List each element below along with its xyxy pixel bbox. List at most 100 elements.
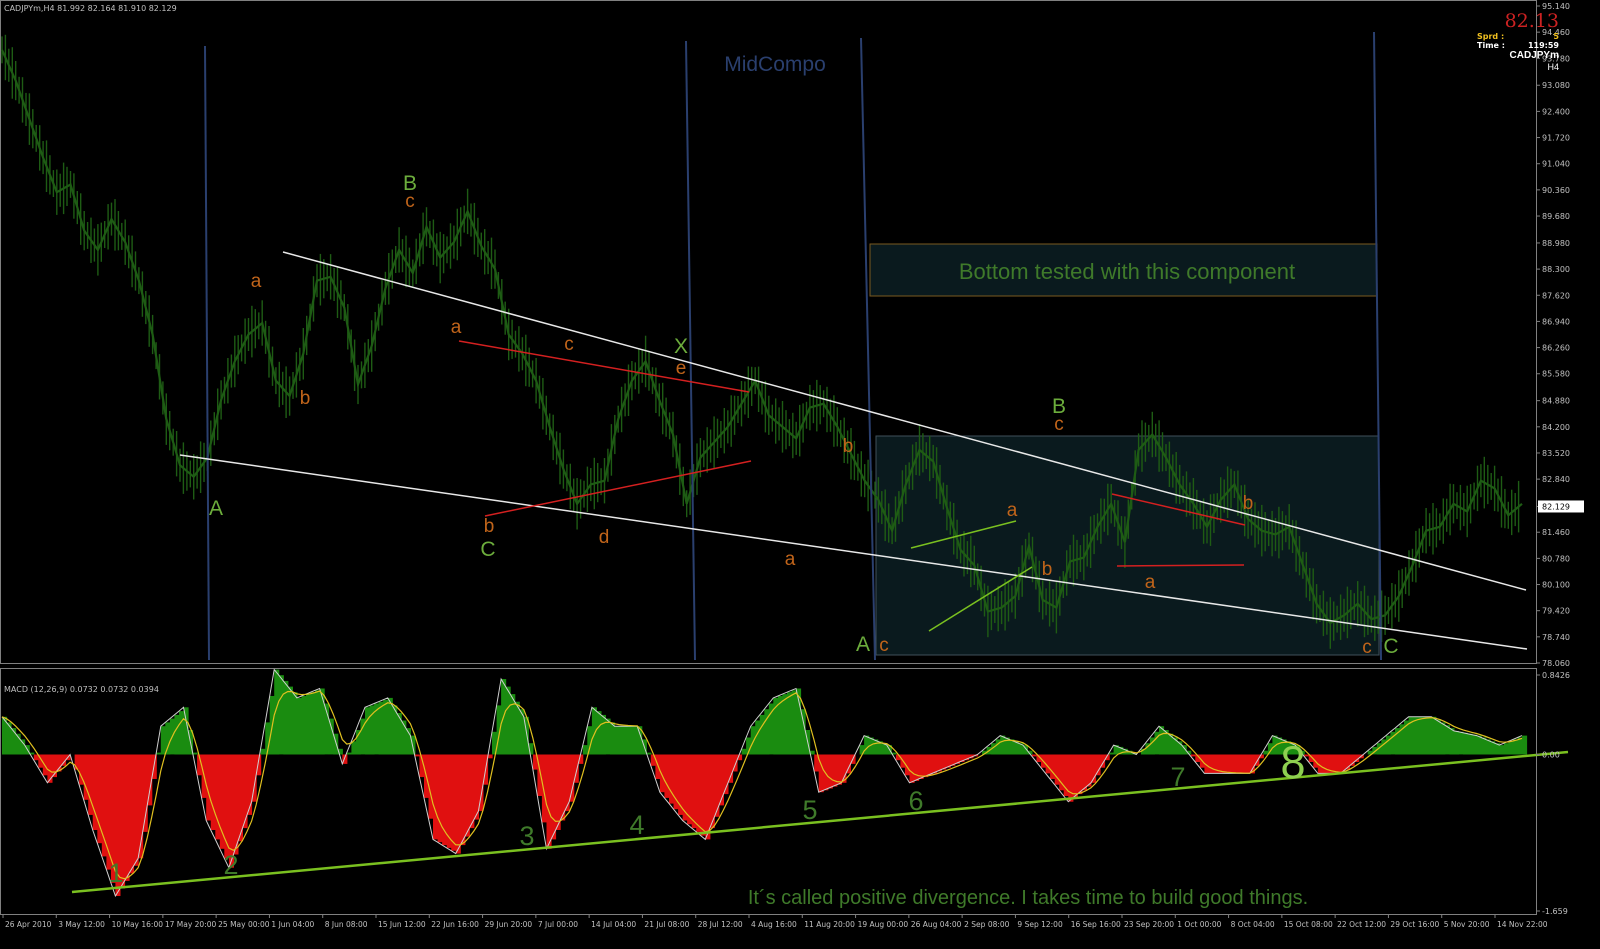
price-tick-label: 78.740 (1542, 633, 1570, 642)
macd-bar (619, 726, 625, 755)
price-info-panel: 82.13 Sprd : 5 Time : 119:59 CADJPYm H4 (1477, 10, 1559, 72)
macd-bar (714, 754, 720, 817)
macd-bar (1381, 739, 1387, 755)
bottom-test-label: Bottom tested with this component (959, 259, 1295, 284)
macd-bar (728, 754, 734, 783)
price-tick-label: 82.840 (1542, 475, 1570, 484)
macd-bar (433, 754, 439, 840)
divergence-point-label: 3 (519, 821, 534, 851)
macd-bar (129, 754, 135, 874)
price-tick-label: 83.520 (1542, 449, 1570, 458)
macd-bar (864, 735, 870, 755)
macd-bar (278, 675, 284, 755)
cycle-vertical-line (860, 37, 876, 661)
macd-bar (1435, 719, 1441, 755)
time-tick-label: 17 May 20:00 (165, 920, 217, 929)
macd-bar (923, 754, 929, 778)
price-tick-label: 93.080 (1542, 81, 1570, 90)
divergence-point-label: 5 (802, 795, 817, 825)
wave-label: e (676, 358, 687, 379)
time-tick-label: 1 Jun 04:00 (271, 920, 314, 929)
macd-bar (1227, 754, 1233, 774)
divergence-point-label: 6 (908, 786, 923, 816)
macd-bar (383, 699, 389, 755)
macd-bar (1086, 754, 1092, 787)
macd-bar (914, 754, 920, 781)
macd-bar (1109, 752, 1115, 755)
macd-bar (759, 714, 765, 755)
macd-header: MACD (12,26,9) 0.0732 0.0732 0.0394 (4, 685, 159, 694)
macd-bar (247, 754, 253, 815)
price-tick-label: 84.880 (1542, 397, 1570, 406)
ohlc-header: CADJPYm,H4 81.992 82.164 81.910 82.129 (4, 4, 177, 13)
divergence-point-label: 2 (223, 850, 238, 880)
macd-bar (210, 754, 216, 830)
macd-bar (1222, 754, 1228, 774)
macd-bar (414, 754, 420, 757)
macd-bar (1095, 754, 1101, 776)
macd-bar (768, 703, 774, 755)
time-tick-label: 22 Jun 16:00 (431, 920, 479, 929)
macd-bar (1413, 716, 1419, 755)
macd-bar (156, 752, 162, 755)
macd-bar (446, 754, 452, 848)
price-tick-label: 90.360 (1542, 186, 1570, 195)
macd-bar (20, 739, 26, 755)
wave-label: b (1243, 493, 1254, 514)
time-tick-label: 14 Nov 22:00 (1497, 920, 1548, 929)
macd-bar (610, 722, 616, 755)
macd-bar (1449, 728, 1455, 755)
time-row: Time : 119:59 (1477, 41, 1559, 50)
macd-bar (1440, 722, 1446, 755)
price-tick-label: 78.060 (1542, 659, 1570, 668)
macd-bar (596, 711, 602, 755)
macd-bar (292, 692, 298, 755)
macd-bar (791, 690, 797, 755)
macd-bar (1322, 754, 1328, 774)
macd-bar (1081, 754, 1087, 791)
red-trendline (484, 460, 752, 517)
macd-bar (1422, 716, 1428, 755)
macd-bar (1050, 754, 1056, 779)
wave-label: c (564, 334, 574, 355)
cycle-vertical-line (204, 45, 210, 661)
macd-bar (650, 754, 656, 766)
macd-bar (932, 754, 938, 774)
wave-label: c (1362, 637, 1372, 658)
time-tick-label: 11 Aug 20:00 (804, 920, 855, 929)
macd-bar (306, 694, 312, 755)
macd-bar (469, 754, 475, 829)
wave-label: a (251, 271, 262, 292)
time-tick-label: 2 Sep 08:00 (964, 920, 1010, 929)
macd-bar (551, 754, 557, 840)
time-tick-label: 22 Oct 12:00 (1337, 920, 1386, 929)
macd-bar (1000, 735, 1006, 755)
macd-bar (165, 722, 171, 755)
price-tick-label: 85.580 (1542, 370, 1570, 379)
time-tick-label: 26 Apr 2010 (5, 920, 52, 929)
time-label: Time : (1477, 41, 1505, 50)
time-tick-label: 8 Oct 04:00 (1231, 920, 1275, 929)
macd-bar (836, 754, 842, 785)
macd-bar (682, 754, 688, 821)
macd-bar (705, 754, 711, 840)
chart-area[interactable]: MidCompo Bottom tested with this componen… (0, 0, 1600, 944)
time-tick-label: 28 Jul 12:00 (698, 920, 743, 929)
price-tick-label: 86.940 (1542, 317, 1570, 326)
macd-bar (1159, 726, 1165, 755)
macd-bar (510, 694, 516, 755)
wave-label: a (1007, 500, 1018, 521)
wave-label: a (451, 317, 462, 338)
timeframe-label: H4 (1547, 62, 1559, 72)
macd-bar (936, 754, 942, 772)
macd-bar (1522, 735, 1528, 755)
macd-bar (1208, 754, 1214, 774)
macd-bar (1032, 754, 1038, 757)
macd-bar (569, 754, 575, 802)
price-tick-label: 80.780 (1542, 554, 1570, 563)
macd-bar (1503, 743, 1509, 755)
macd-bar (1190, 754, 1196, 757)
macd-bar (1512, 739, 1518, 755)
time-axis: 26 Apr 2010 3 May 12:00 10 May 16:00 17 May… (2, 914, 1548, 929)
macd-axis: 0.8426 0.00 -1.659 (1536, 671, 1570, 916)
